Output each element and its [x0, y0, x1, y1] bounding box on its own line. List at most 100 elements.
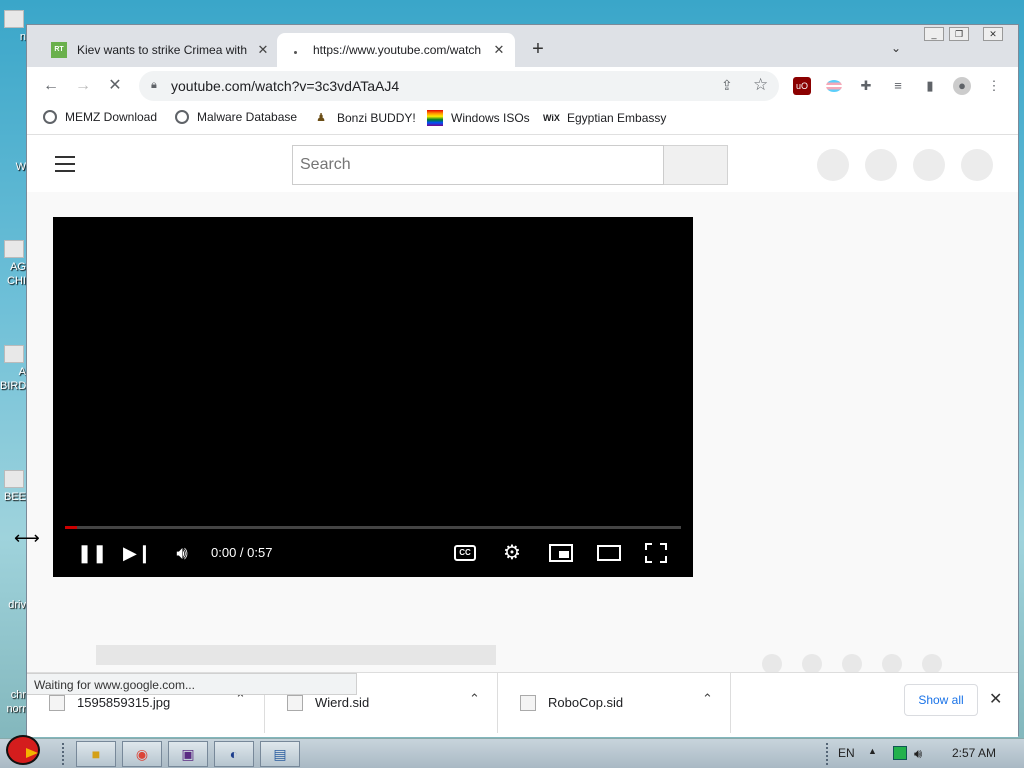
ublock-extension-icon[interactable]: uO [793, 77, 811, 95]
globe-icon [43, 110, 57, 124]
hamburger-menu-icon[interactable] [55, 156, 75, 172]
settings-gear-icon[interactable]: ⚙ [500, 541, 524, 565]
next-button[interactable]: ▶❙ [123, 541, 152, 565]
taskbar-grip[interactable] [826, 743, 830, 765]
browser-window: RT Kiev wants to strike Crimea with ✕ ht… [26, 24, 1019, 737]
rt-favicon-icon: RT [51, 42, 67, 58]
stop-loading-button[interactable]: ✕ [103, 75, 127, 97]
bookmark-label: Bonzi BUDDY! [337, 111, 416, 125]
lock-icon[interactable]: 🔒︎ [151, 79, 157, 92]
url-text: youtube.com/watch?v=3c3vdATaAJ4 [171, 78, 400, 94]
volume-icon[interactable]: 🔊︎ [914, 746, 922, 762]
theater-mode-button[interactable] [597, 545, 621, 561]
close-tab-icon[interactable]: ✕ [491, 42, 507, 58]
bookmarks-bar: MEMZ Download Malware Database ♟ Bonzi B… [27, 105, 1018, 135]
miniplayer-button[interactable] [549, 544, 573, 562]
bookmark-malware-database[interactable]: Malware Database [175, 110, 297, 124]
taskbar-app-button[interactable]: ▤ [260, 741, 300, 767]
desktop-icon-label: A BIRD [0, 366, 26, 392]
download-name: RoboCop.sid [548, 695, 624, 710]
taskbar-app-button[interactable]: ▣ [168, 741, 208, 767]
tab-search-chevron-icon[interactable]: ⌄ [891, 41, 901, 55]
close-tab-icon[interactable]: ✕ [255, 42, 271, 58]
back-button[interactable]: ← [39, 75, 63, 97]
taskbar-chrome-button[interactable]: ◉ [122, 741, 162, 767]
fullscreen-button[interactable] [645, 543, 667, 563]
share-icon[interactable]: ⇪ [721, 77, 733, 94]
taskbar-app-button[interactable]: ◐ [214, 741, 254, 767]
start-button[interactable] [2, 731, 48, 768]
desktop-icon[interactable]: A BIRD [0, 345, 26, 393]
status-bubble: Waiting for www.google.com... [27, 673, 357, 695]
show-all-button[interactable]: Show all [904, 684, 978, 716]
close-window-button[interactable]: ✕ [983, 27, 1003, 41]
loading-favicon-icon [287, 42, 303, 58]
tab-youtube[interactable]: https://www.youtube.com/watch ✕ [277, 33, 515, 67]
bookmark-star-icon[interactable]: ☆ [753, 75, 768, 95]
tab-title: Kiev wants to strike Crimea with [77, 43, 247, 57]
download-item[interactable]: RoboCop.sid ⌃ [498, 673, 731, 733]
chevron-up-icon[interactable]: ⌃ [702, 691, 713, 707]
skeleton-dot [802, 654, 822, 674]
forward-button[interactable]: → [71, 75, 95, 97]
desktop-icon[interactable]: BEE [0, 470, 26, 504]
bookmark-label: Windows ISOs [451, 111, 530, 125]
youtube-page: ❚❚ ▶❙ 🔊︎ 0:00 / 0:57 CC ⚙ [27, 136, 1018, 672]
desktop-icon[interactable]: AG CHI [0, 240, 26, 288]
file-icon [4, 345, 24, 363]
bookmark-windows-isos[interactable]: Windows ISOs [427, 110, 530, 126]
sid-file-icon [287, 695, 303, 711]
progress-bar[interactable] [65, 526, 681, 529]
browser-toolbar: ← → ✕ 🔒︎ youtube.com/watch?v=3c3vdATaAJ4… [27, 67, 1018, 105]
bookmark-egyptian-embassy[interactable]: WiX Egyptian Embassy [543, 110, 666, 126]
trans-flag-extension-icon[interactable] [825, 77, 843, 95]
search-input[interactable] [292, 145, 664, 185]
bookmark-bonzi-buddy[interactable]: ♟ Bonzi BUDDY! [313, 110, 416, 126]
tab-title: https://www.youtube.com/watch [313, 43, 482, 57]
language-indicator[interactable]: EN [838, 746, 855, 760]
extensions-puzzle-icon[interactable]: ✚ [857, 77, 875, 95]
profile-avatar-icon[interactable]: ● [953, 77, 971, 95]
battery-icon[interactable] [893, 746, 907, 760]
address-bar[interactable]: 🔒︎ youtube.com/watch?v=3c3vdATaAJ4 ⇪ ☆ [139, 71, 779, 101]
volume-button[interactable]: 🔊︎ [169, 541, 195, 565]
taskbar-explorer-button[interactable]: ■ [76, 741, 116, 767]
desktop-icon[interactable]: chr norr [0, 688, 26, 716]
taskbar-grip[interactable] [62, 743, 66, 765]
file-icon [4, 10, 24, 28]
side-panel-icon[interactable]: ▮ [921, 77, 939, 95]
globe-icon [175, 110, 189, 124]
file-icon [4, 240, 24, 258]
placeholder-circle-icon [817, 149, 849, 181]
download-name: Wierd.sid [315, 695, 370, 710]
restore-button[interactable]: ❐ [949, 27, 969, 41]
menu-kebab-icon[interactable]: ⋮ [985, 77, 1003, 95]
placeholder-circle-icon [913, 149, 945, 181]
new-tab-button[interactable]: + [527, 38, 549, 61]
placeholder-circle-icon [961, 149, 993, 181]
desktop-icon-label: W [15, 161, 26, 173]
bookmark-memz[interactable]: MEMZ Download [43, 110, 157, 124]
desktop-icon[interactable]: driv [0, 598, 26, 612]
rainbow-flag-icon [427, 110, 443, 126]
tray-expand-icon[interactable]: ▲ [868, 746, 877, 756]
chevron-up-icon[interactable]: ⌃ [469, 691, 480, 707]
captions-button[interactable]: CC [454, 545, 476, 561]
app-icon: ◐ [229, 746, 239, 762]
app-icon: ▣ [181, 746, 195, 762]
tab-kiev[interactable]: RT Kiev wants to strike Crimea with ✕ [41, 33, 279, 67]
placeholder-circle-icon [865, 149, 897, 181]
file-icon [4, 470, 24, 488]
window-icon: ▤ [273, 746, 287, 762]
bonzi-icon: ♟ [316, 112, 326, 124]
close-downloads-icon[interactable]: ✕ [989, 689, 1002, 709]
desktop-icon[interactable]: n [0, 10, 26, 44]
clock[interactable]: 2:57 AM [952, 746, 996, 760]
search-button[interactable] [664, 145, 728, 185]
pause-button[interactable]: ❚❚ [77, 541, 107, 565]
video-player[interactable]: ❚❚ ▶❙ 🔊︎ 0:00 / 0:57 CC ⚙ [53, 217, 693, 577]
skeleton-dot [922, 654, 942, 674]
desktop-icon[interactable]: W [0, 160, 26, 174]
minimize-button[interactable]: _ [924, 27, 944, 41]
media-queue-icon[interactable]: ≡ [889, 77, 907, 95]
